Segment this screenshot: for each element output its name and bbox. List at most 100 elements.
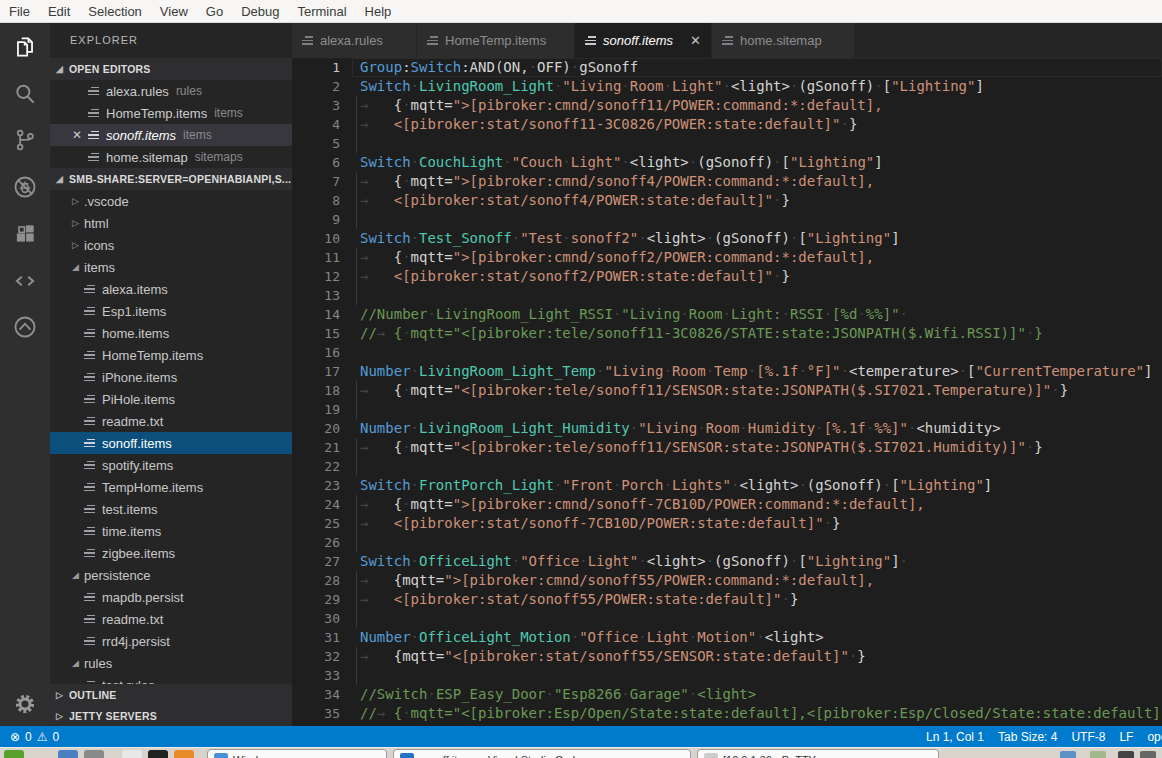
line-number: 8 <box>292 191 340 210</box>
code-line-25: 25→ <[pibroker:stat/sonoff-7CB10D/POWER:… <box>292 514 1162 533</box>
taskbar-firefox-icon[interactable] <box>174 750 194 758</box>
tray-icon-3[interactable] <box>1118 751 1134 758</box>
tree-item-Esp1.items[interactable]: Esp1.items <box>50 300 292 322</box>
code-line-34: 34//Switch·ESP_Easy_Door·"Esp8266·Garage… <box>292 685 1162 704</box>
code-line-16: 16 <box>292 343 1162 362</box>
tree-item-alexa.items[interactable]: alexa.items <box>50 278 292 300</box>
jetty-servers-header[interactable]: ▷JETTY SERVERS <box>50 705 292 726</box>
tree-item-PiHole.items[interactable]: PiHole.items <box>50 388 292 410</box>
line-number: 32 <box>292 647 340 666</box>
taskbar-terminal-icon[interactable] <box>84 750 104 758</box>
folder-root-header[interactable]: ◢SMB-SHARE:SERVER=OPENHABIANPI,S... <box>50 168 292 190</box>
line-number: 12 <box>292 267 340 286</box>
twisty-icon: ▷ <box>56 690 67 700</box>
tree-item-mapdb.persist[interactable]: mapdb.persist <box>50 586 292 608</box>
menu-edit[interactable]: Edit <box>39 4 79 19</box>
tree-item-HomeTemp.items[interactable]: HomeTemp.items <box>50 344 292 366</box>
tree-item-test.items[interactable]: test.items <box>50 498 292 520</box>
code-line-8: 8→ <[pibroker:stat/sonoff4/POWER:state:d… <box>292 191 1162 210</box>
tree-item-time.items[interactable]: time.items <box>50 520 292 542</box>
open-editors-header[interactable]: ◢OPEN EDITORS <box>50 58 292 80</box>
problems-status[interactable]: ⊗0⚠0 <box>10 726 59 747</box>
menu-go[interactable]: Go <box>197 4 232 19</box>
open-editor-alexa.rules[interactable]: ✕alexa.rulesrules <box>50 80 292 102</box>
taskbar-window-1[interactable]: Window <box>207 749 387 758</box>
open-editor-sonoff.items[interactable]: ✕sonoff.itemsitems <box>50 124 292 146</box>
tray-icon-4[interactable] <box>1140 751 1156 758</box>
tree-item-icons[interactable]: ▷icons <box>50 234 292 256</box>
line-number: 16 <box>292 343 340 362</box>
encoding[interactable]: UTF-8 <box>1064 730 1112 744</box>
tree-item-sonoff.items[interactable]: sonoff.items <box>50 432 292 454</box>
tree-item-readme.txt[interactable]: readme.txt <box>50 608 292 630</box>
tab-HomeTemp.items[interactable]: HomeTemp.items <box>417 23 575 58</box>
file-icon <box>88 108 99 119</box>
eol[interactable]: LF <box>1112 730 1140 744</box>
indent-guide <box>356 267 357 286</box>
code-brackets-icon[interactable] <box>0 261 50 301</box>
tree-item-html[interactable]: ▷html <box>50 212 292 234</box>
tray-icon-1[interactable] <box>1060 751 1076 758</box>
twisty-icon: ▷ <box>70 196 81 206</box>
tab-size[interactable]: Tab Size: 4 <box>991 730 1064 744</box>
tree-item-test.rules[interactable]: test.rules <box>50 674 292 684</box>
menu-terminal[interactable]: Terminal <box>288 4 355 19</box>
taskbar-files-icon[interactable] <box>58 750 78 758</box>
menu-selection[interactable]: Selection <box>79 4 150 19</box>
extensions-icon[interactable] <box>0 214 50 254</box>
taskbar-menu-icon[interactable] <box>4 750 24 758</box>
tree-item-rules[interactable]: ◢rules <box>50 652 292 674</box>
tab-alexa.rules[interactable]: alexa.rules <box>292 23 417 58</box>
line-number: 34 <box>292 685 340 704</box>
tree-item-persistence[interactable]: ◢persistence <box>50 564 292 586</box>
tree-item-rrd4j.persist[interactable]: rrd4j.persist <box>50 630 292 652</box>
tree-item-.vscode[interactable]: ▷.vscode <box>50 190 292 212</box>
language-mode[interactable]: openhab <box>1140 730 1162 744</box>
indent-guide <box>356 495 357 514</box>
menu-view[interactable]: View <box>151 4 197 19</box>
openhab-icon[interactable] <box>0 307 50 347</box>
line-number: 21 <box>292 438 340 457</box>
search-icon[interactable] <box>0 74 50 114</box>
explorer-icon[interactable] <box>0 27 50 67</box>
tab-home.sitemap[interactable]: home.sitemap <box>712 23 855 58</box>
code-line-15: 15//→ {·mqtt="<[pibroker:tele/sonoff11-3… <box>292 324 1162 343</box>
tree-item-iPhone.items[interactable]: iPhone.items <box>50 366 292 388</box>
source-control-icon[interactable] <box>0 120 50 160</box>
indent-guide <box>356 514 357 533</box>
indent-guide <box>356 172 357 191</box>
line-number: 20 <box>292 419 340 438</box>
vscode-window: FileEditSelectionViewGoDebugTerminalHelp… <box>0 0 1162 758</box>
open-editor-home.sitemap[interactable]: ✕home.sitemapsitemaps <box>50 146 292 168</box>
outline-header[interactable]: ▷OUTLINE <box>50 684 292 705</box>
menu-debug[interactable]: Debug <box>232 4 288 19</box>
line-number: 2 <box>292 77 340 96</box>
settings-gear-icon[interactable] <box>0 692 50 716</box>
code-line-24: 24→ {·mqtt=">[pibroker:cmnd/sonoff-7CB10… <box>292 495 1162 514</box>
taskbar-console-icon[interactable] <box>148 750 168 758</box>
code-line-21: 21→ {·mqtt="<[pibroker:tele/sonoff11/SEN… <box>292 438 1162 457</box>
open-editor-HomeTemp.items[interactable]: ✕HomeTemp.itemsitems <box>50 102 292 124</box>
code-editor[interactable]: 1Group:Switch:AND(ON,·OFF)·gSonoff2Switc… <box>292 58 1162 726</box>
taskbar-window-3[interactable]: [10.0.1.36 - PuTTY <box>697 749 939 758</box>
menu-help[interactable]: Help <box>356 4 401 19</box>
tree-item-home.items[interactable]: home.items <box>50 322 292 344</box>
debug-icon[interactable] <box>0 167 50 207</box>
close-icon[interactable]: ✕ <box>72 128 82 142</box>
status-bar: ⊗0⚠0 Ln 1, Col 1Tab Size: 4UTF-8LFopenhab <box>0 726 1162 747</box>
menu-file[interactable]: File <box>0 4 39 19</box>
tab-sonoff.items[interactable]: sonoff.items✕ <box>575 23 712 58</box>
tray-icon-2[interactable] <box>1090 751 1106 758</box>
tree-item-spotify.items[interactable]: spotify.items <box>50 454 292 476</box>
line-number: 25 <box>292 514 340 533</box>
taskbar-window-2[interactable]: sonoff.items - Visual Studio Code <box>393 749 691 758</box>
tab-close-icon[interactable]: ✕ <box>682 33 701 48</box>
tree-item-items[interactable]: ◢items <box>50 256 292 278</box>
tree-item-readme.txt[interactable]: readme.txt <box>50 410 292 432</box>
taskbar-screenshot-icon[interactable] <box>122 750 142 758</box>
cursor-position[interactable]: Ln 1, Col 1 <box>919 730 991 744</box>
tree-item-TempHome.items[interactable]: TempHome.items <box>50 476 292 498</box>
file-icon <box>84 504 95 515</box>
file-icon <box>84 328 95 339</box>
tree-item-zigbee.items[interactable]: zigbee.items <box>50 542 292 564</box>
